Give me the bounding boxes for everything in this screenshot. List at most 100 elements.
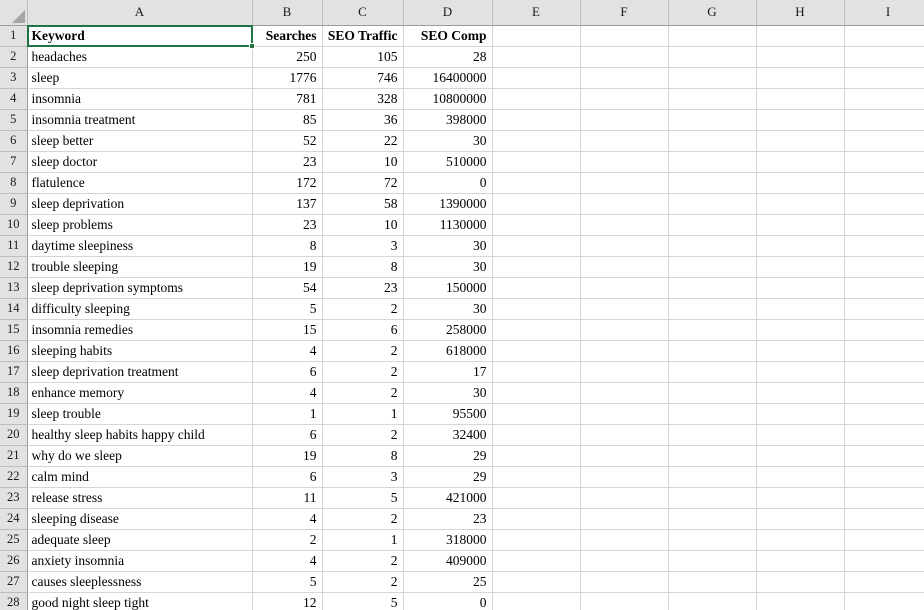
cell-C16[interactable]: 2	[322, 340, 404, 362]
cell-G17[interactable]	[668, 361, 757, 383]
cell-G18[interactable]	[668, 382, 757, 404]
cell-H9[interactable]	[756, 193, 845, 215]
cell-A9[interactable]: sleep deprivation	[27, 193, 253, 215]
cell-E9[interactable]	[492, 193, 581, 215]
cell-F23[interactable]	[580, 487, 669, 509]
cell-F28[interactable]	[580, 592, 669, 610]
row-header-26[interactable]: 26	[0, 550, 28, 572]
cell-D14[interactable]: 30	[403, 298, 493, 320]
cell-H21[interactable]	[756, 445, 845, 467]
row-header-16[interactable]: 16	[0, 340, 28, 362]
cell-F8[interactable]	[580, 172, 669, 194]
cell-I27[interactable]	[844, 571, 924, 593]
cell-A23[interactable]: release stress	[27, 487, 253, 509]
cell-B3[interactable]: 1776	[252, 67, 323, 89]
cell-H4[interactable]	[756, 88, 845, 110]
cell-H11[interactable]	[756, 235, 845, 257]
cell-H15[interactable]	[756, 319, 845, 341]
cell-I14[interactable]	[844, 298, 924, 320]
column-header-b[interactable]: B	[252, 0, 323, 26]
cell-A11[interactable]: daytime sleepiness	[27, 235, 253, 257]
cell-A22[interactable]: calm mind	[27, 466, 253, 488]
cell-I28[interactable]	[844, 592, 924, 610]
cell-C11[interactable]: 3	[322, 235, 404, 257]
cell-B25[interactable]: 2	[252, 529, 323, 551]
cell-E3[interactable]	[492, 67, 581, 89]
cell-C3[interactable]: 746	[322, 67, 404, 89]
cell-H12[interactable]	[756, 256, 845, 278]
cell-F4[interactable]	[580, 88, 669, 110]
cell-B8[interactable]: 172	[252, 172, 323, 194]
cell-F3[interactable]	[580, 67, 669, 89]
cell-F18[interactable]	[580, 382, 669, 404]
cell-B26[interactable]: 4	[252, 550, 323, 572]
cell-A10[interactable]: sleep problems	[27, 214, 253, 236]
cell-F1[interactable]	[580, 25, 669, 47]
cell-B14[interactable]: 5	[252, 298, 323, 320]
cell-D25[interactable]: 318000	[403, 529, 493, 551]
row-header-3[interactable]: 3	[0, 67, 28, 89]
cell-E15[interactable]	[492, 319, 581, 341]
row-header-21[interactable]: 21	[0, 445, 28, 467]
row-header-7[interactable]: 7	[0, 151, 28, 173]
cell-D18[interactable]: 30	[403, 382, 493, 404]
cell-I26[interactable]	[844, 550, 924, 572]
cell-H16[interactable]	[756, 340, 845, 362]
cell-F26[interactable]	[580, 550, 669, 572]
cell-H6[interactable]	[756, 130, 845, 152]
cell-G20[interactable]	[668, 424, 757, 446]
cell-I21[interactable]	[844, 445, 924, 467]
cell-G28[interactable]	[668, 592, 757, 610]
row-header-12[interactable]: 12	[0, 256, 28, 278]
cell-I11[interactable]	[844, 235, 924, 257]
row-header-5[interactable]: 5	[0, 109, 28, 131]
cell-I25[interactable]	[844, 529, 924, 551]
cell-I18[interactable]	[844, 382, 924, 404]
cell-D13[interactable]: 150000	[403, 277, 493, 299]
cell-H18[interactable]	[756, 382, 845, 404]
row-header-17[interactable]: 17	[0, 361, 28, 383]
cell-C9[interactable]: 58	[322, 193, 404, 215]
cell-A17[interactable]: sleep deprivation treatment	[27, 361, 253, 383]
cell-A26[interactable]: anxiety insomnia	[27, 550, 253, 572]
cell-C25[interactable]: 1	[322, 529, 404, 551]
cell-I23[interactable]	[844, 487, 924, 509]
cell-A16[interactable]: sleeping habits	[27, 340, 253, 362]
cell-A27[interactable]: causes sleeplessness	[27, 571, 253, 593]
cell-E25[interactable]	[492, 529, 581, 551]
cell-A3[interactable]: sleep	[27, 67, 253, 89]
cell-D16[interactable]: 618000	[403, 340, 493, 362]
cell-D11[interactable]: 30	[403, 235, 493, 257]
cell-G21[interactable]	[668, 445, 757, 467]
cell-C7[interactable]: 10	[322, 151, 404, 173]
cell-G12[interactable]	[668, 256, 757, 278]
cell-A18[interactable]: enhance memory	[27, 382, 253, 404]
cell-E12[interactable]	[492, 256, 581, 278]
column-header-a[interactable]: A	[27, 0, 253, 26]
cell-A12[interactable]: trouble sleeping	[27, 256, 253, 278]
cell-I2[interactable]	[844, 46, 924, 68]
row-header-1[interactable]: 1	[0, 25, 28, 47]
cell-G11[interactable]	[668, 235, 757, 257]
column-header-g[interactable]: G	[668, 0, 757, 26]
cell-I5[interactable]	[844, 109, 924, 131]
cell-E1[interactable]	[492, 25, 581, 47]
row-header-4[interactable]: 4	[0, 88, 28, 110]
cell-A15[interactable]: insomnia remedies	[27, 319, 253, 341]
cell-H17[interactable]	[756, 361, 845, 383]
cell-G19[interactable]	[668, 403, 757, 425]
column-header-e[interactable]: E	[492, 0, 581, 26]
cell-C13[interactable]: 23	[322, 277, 404, 299]
cell-A7[interactable]: sleep doctor	[27, 151, 253, 173]
cell-B23[interactable]: 11	[252, 487, 323, 509]
cell-G25[interactable]	[668, 529, 757, 551]
cell-A6[interactable]: sleep better	[27, 130, 253, 152]
cell-C15[interactable]: 6	[322, 319, 404, 341]
cell-E26[interactable]	[492, 550, 581, 572]
cell-D17[interactable]: 17	[403, 361, 493, 383]
column-header-i[interactable]: I	[844, 0, 924, 26]
cell-C1[interactable]: SEO Traffic	[322, 25, 404, 47]
cell-E23[interactable]	[492, 487, 581, 509]
row-header-13[interactable]: 13	[0, 277, 28, 299]
cell-I17[interactable]	[844, 361, 924, 383]
